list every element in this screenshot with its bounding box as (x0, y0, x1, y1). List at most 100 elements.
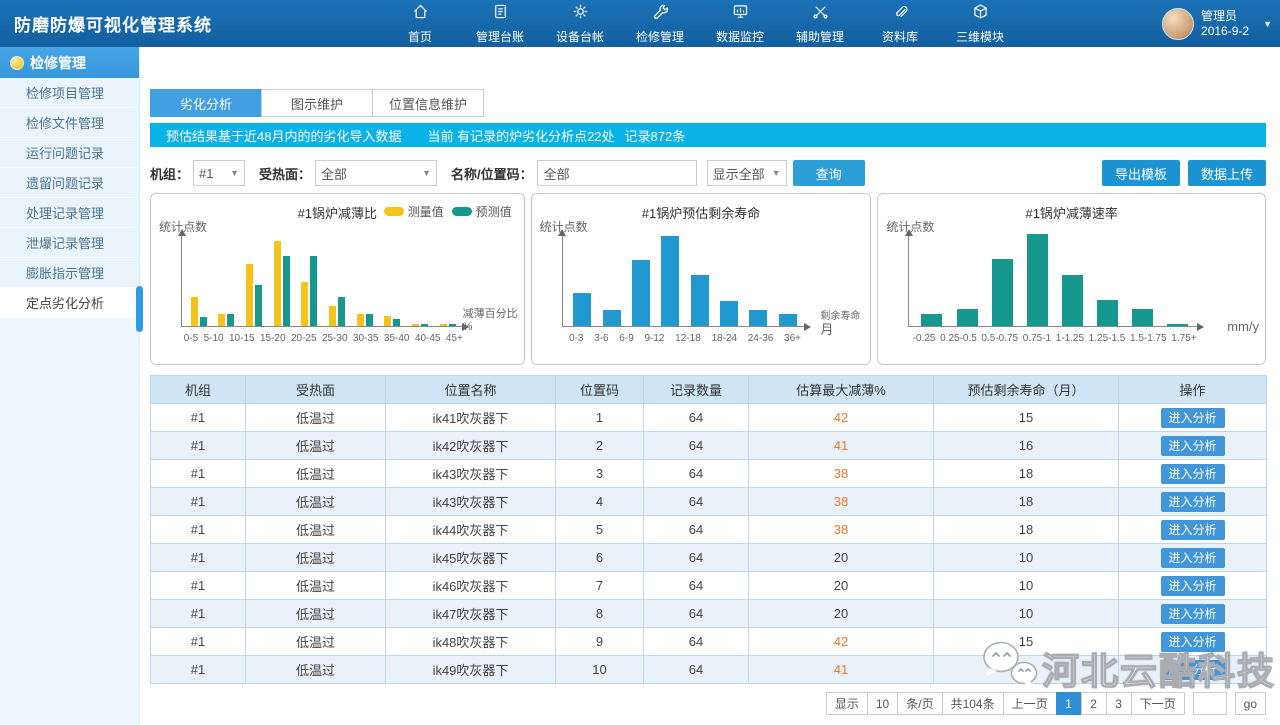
display-select[interactable]: 显示全部▼ (707, 160, 787, 186)
tab-degradation-analysis[interactable]: 劣化分析 (150, 89, 262, 117)
tab-diagram-maintenance[interactable]: 图示维护 (261, 89, 373, 117)
x-tick-label: 25-30 (322, 333, 348, 344)
cell-position-name: ik46吹灰器下 (386, 572, 556, 600)
sidebar-item-venting-records[interactable]: 泄爆记录管理 (0, 228, 139, 258)
cell-unit: #1 (151, 600, 246, 628)
cell-max-thinning: 38 (749, 516, 934, 544)
bars-area (185, 230, 462, 326)
nav-item-equipment[interactable]: 设备台帐 (540, 0, 620, 47)
cell-surface: 低温过 (246, 656, 386, 684)
prev-page-button[interactable]: 上一页 (1003, 692, 1057, 715)
cell-surface: 低温过 (246, 600, 386, 628)
cell-position-code: 6 (556, 544, 644, 572)
sidebar-item-handling-records[interactable]: 处理记录管理 (0, 198, 139, 228)
tab-position-info-maintenance[interactable]: 位置信息维护 (372, 89, 484, 117)
bar (1062, 275, 1083, 326)
chevron-down-icon[interactable]: ▼ (1263, 19, 1272, 29)
go-button[interactable]: go (1235, 692, 1266, 715)
cell-max-thinning: 20 (749, 544, 934, 572)
nav-item-3d-module[interactable]: 三维模块 (940, 0, 1020, 47)
nav-label: 管理台账 (476, 28, 524, 45)
data-upload-button[interactable]: 数据上传 (1188, 160, 1266, 186)
page-button-2[interactable]: 2 (1081, 692, 1107, 715)
enter-analysis-button[interactable]: 进入分析 (1161, 436, 1225, 456)
table-row: #1低温过ik46吹灰器下7642010进入分析 (151, 572, 1267, 600)
bar (1027, 234, 1048, 326)
enter-analysis-button[interactable]: 进入分析 (1161, 660, 1225, 680)
chart-thinning-ratio: #1锅炉减薄比 测量值 预测值 统计点数 0-55-1010-1515-2020… (150, 193, 525, 365)
x-axis (562, 326, 809, 327)
x-tick-label: 9-12 (644, 333, 664, 344)
user-date: 2016-9-2 (1201, 24, 1249, 39)
sidebar-item-degradation-analysis[interactable]: 定点劣化分析 (0, 288, 139, 318)
enter-analysis-button[interactable]: 进入分析 (1161, 548, 1225, 568)
x-tick-label: 1.75+ (1171, 333, 1196, 344)
nav-item-maintenance[interactable]: 检修管理 (620, 0, 700, 47)
page-button-1[interactable]: 1 (1056, 692, 1082, 715)
enter-analysis-button[interactable]: 进入分析 (1161, 632, 1225, 652)
x-tick-label: 18-24 (711, 333, 737, 344)
nav-item-ledger[interactable]: 管理台账 (460, 0, 540, 47)
paperclip-icon (891, 2, 910, 26)
col-position-code: 位置码 (556, 376, 644, 404)
sidebar-item-expansion-indicator[interactable]: 膨胀指示管理 (0, 258, 139, 288)
nav-label: 数据监控 (716, 28, 764, 45)
cell-record-count: 64 (644, 628, 749, 656)
bar-group (384, 316, 400, 326)
sidebar-header[interactable]: 检修管理 (0, 47, 139, 78)
bar (749, 310, 767, 326)
surface-select[interactable]: 全部▼ (315, 160, 437, 186)
export-template-button[interactable]: 导出模板 (1102, 160, 1180, 186)
table-row: #1低温过ik44吹灰器下5643818进入分析 (151, 516, 1267, 544)
cell-max-thinning: 20 (749, 572, 934, 600)
x-tick-row: 0-33-66-99-1212-1818-2424-3636+ (564, 333, 807, 344)
cell-record-count: 64 (644, 544, 749, 572)
page-button-3[interactable]: 3 (1106, 692, 1132, 715)
bar (992, 259, 1013, 326)
cell-actions: 进入分析 (1119, 404, 1267, 432)
unit-select[interactable]: #1▼ (193, 160, 245, 186)
x-axis-label: 减薄百分比% (463, 308, 518, 334)
search-button[interactable]: 查询 (793, 160, 865, 186)
cell-surface: 低温过 (246, 572, 386, 600)
sidebar-item-file-mgmt[interactable]: 检修文件管理 (0, 108, 139, 138)
name-code-input[interactable] (537, 160, 697, 186)
cell-remaining-life: 15 (934, 404, 1119, 432)
col-record-count: 记录数量 (644, 376, 749, 404)
enter-analysis-button[interactable]: 进入分析 (1161, 604, 1225, 624)
user-name: 管理员 (1201, 9, 1249, 24)
app-header: 防磨防爆可视化管理系统 首页 管理台账 设备台帐 检修管理 数据监控 辅助管理 … (0, 0, 1280, 47)
page-size-select[interactable]: 10 (867, 692, 898, 715)
nav-item-monitoring[interactable]: 数据监控 (700, 0, 780, 47)
enter-analysis-button[interactable]: 进入分析 (1161, 520, 1225, 540)
sidebar-item-operation-issues[interactable]: 运行问题记录 (0, 138, 139, 168)
enter-analysis-button[interactable]: 进入分析 (1161, 492, 1225, 512)
enter-analysis-button[interactable]: 进入分析 (1161, 576, 1225, 596)
chart-title: #1锅炉减薄速率 (878, 203, 1265, 222)
chart-remaining-life: #1锅炉预估剩余寿命 统计点数 0-33-66-99-1212-1818-242… (531, 193, 872, 365)
table-header-row: 机组 受热面 位置名称 位置码 记录数量 估算最大减薄% 预估剩余寿命（月） 操… (151, 376, 1267, 404)
x-tick-label: 24-36 (748, 333, 774, 344)
nav-item-home[interactable]: 首页 (380, 0, 460, 47)
sidebar: 检修管理 检修项目管理 检修文件管理 运行问题记录 遗留问题记录 处理记录管理 … (0, 47, 140, 725)
nav-item-auxiliary[interactable]: 辅助管理 (780, 0, 860, 47)
cell-record-count: 64 (644, 656, 749, 684)
enter-analysis-button[interactable]: 进入分析 (1161, 464, 1225, 484)
next-page-button[interactable]: 下一页 (1131, 692, 1185, 715)
nav-label: 资料库 (882, 28, 918, 45)
cell-position-code: 7 (556, 572, 644, 600)
sidebar-item-legacy-issues[interactable]: 遗留问题记录 (0, 168, 139, 198)
bar (573, 293, 591, 326)
user-menu[interactable]: 管理员 2016-9-2 ▼ (1162, 0, 1272, 47)
cell-position-name: ik45吹灰器下 (386, 544, 556, 572)
nav-item-library[interactable]: 资料库 (860, 0, 940, 47)
x-tick-label: 0.5-0.75 (981, 333, 1018, 344)
goto-page-input[interactable] (1193, 692, 1227, 715)
cell-surface: 低温过 (246, 404, 386, 432)
y-axis (181, 232, 182, 327)
enter-analysis-button[interactable]: 进入分析 (1161, 408, 1225, 428)
bar-group (1132, 309, 1153, 326)
sidebar-item-project-mgmt[interactable]: 检修项目管理 (0, 78, 139, 108)
cell-max-thinning: 41 (749, 656, 934, 684)
bars-area (914, 230, 1195, 326)
